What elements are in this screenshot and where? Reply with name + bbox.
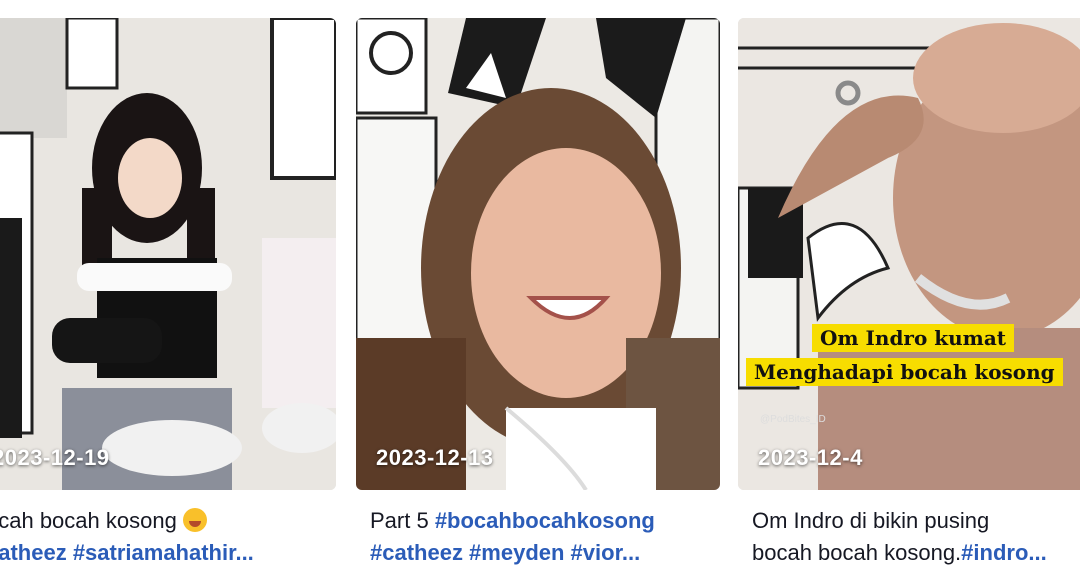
caption-text: ocah bocah kosong xyxy=(0,508,177,533)
laughing-emoji-icon xyxy=(182,508,207,532)
video-thumbnail-1[interactable]: 2023-12-19 xyxy=(0,18,336,490)
video-date-1: 2023-12-19 xyxy=(0,445,110,470)
caption-hashtags[interactable]: #catheez #meyden #vior... xyxy=(370,537,720,569)
video-thumbnail-2[interactable]: 2023-12-13 xyxy=(356,18,720,490)
overlay-banner-line2: Menghadapi bocah kosong xyxy=(746,358,1063,386)
caption-text: Om Indro di bikin pusing xyxy=(752,508,990,533)
caption-text: Part 5 xyxy=(370,508,435,533)
video-caption-1[interactable]: ocah bocah kosong catheez #satriamahathi… xyxy=(0,505,336,569)
video-date-3: 2023-12-4 xyxy=(758,445,863,470)
caption-text: bocah bocah kosong. xyxy=(752,540,962,565)
video-caption-2[interactable]: Part 5 #bocahbocahkosong #catheez #meyde… xyxy=(370,505,720,569)
thumbnail-image-1 xyxy=(0,18,336,490)
caption-hashtag[interactable]: #bocahbocahkosong xyxy=(435,508,655,533)
caption-hashtags[interactable]: catheez #satriamahathir... xyxy=(0,537,336,569)
video-date-2: 2023-12-13 xyxy=(376,445,494,470)
caption-hashtag[interactable]: #indro... xyxy=(961,540,1047,565)
video-caption-3[interactable]: Om Indro di bikin pusing bocah bocah kos… xyxy=(752,505,1080,569)
overlay-banner-line1: Om Indro kumat xyxy=(812,324,1015,352)
video-thumbnail-3[interactable]: Om Indro kumat Menghadapi bocah kosong @… xyxy=(738,18,1080,490)
thumbnail-image-2 xyxy=(356,18,720,490)
channel-watermark: @PodBites_ID xyxy=(760,414,826,425)
